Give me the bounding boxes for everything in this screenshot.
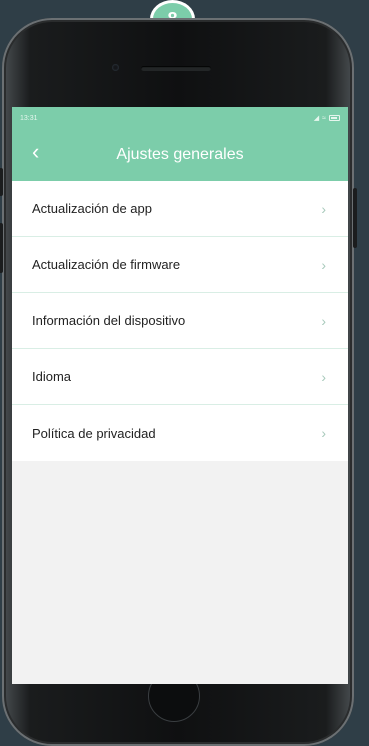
mute-switch: [0, 168, 3, 196]
page-title: Ajustes generales: [116, 146, 244, 163]
chevron-right-icon: ›: [321, 425, 326, 441]
volume-button: [0, 223, 3, 273]
status-time: 13:31: [20, 114, 38, 122]
settings-item-language[interactable]: Idioma ›: [12, 349, 348, 405]
status-bar: 13:31 ◢ ≈: [12, 107, 348, 129]
wifi-icon: ≈: [322, 114, 326, 122]
header-bar: ‹ Ajustes generales: [12, 129, 348, 181]
battery-icon: [329, 115, 340, 121]
chevron-right-icon: ›: [321, 200, 326, 217]
power-button: [353, 188, 357, 248]
settings-item-label: Idioma: [32, 369, 72, 384]
settings-item-privacy-policy[interactable]: Política de privacidad ›: [12, 405, 348, 461]
settings-item-device-info[interactable]: Información del dispositivo ›: [12, 293, 348, 349]
front-camera: [112, 64, 119, 71]
signal-icon: ◢: [313, 115, 320, 122]
settings-item-label: Política de privacidad: [32, 425, 156, 441]
chevron-right-icon: ›: [321, 312, 326, 329]
chevron-right-icon: ›: [321, 368, 326, 385]
settings-item-firmware-update[interactable]: Actualización de firmware ›: [12, 237, 348, 293]
status-icons: ◢ ≈: [314, 114, 340, 122]
settings-item-label: Actualización de app: [32, 201, 152, 216]
settings-item-label: Actualización de firmware: [32, 257, 181, 272]
settings-list: Actualización de app › Actualización de …: [12, 181, 348, 461]
speaker-grille: [141, 66, 211, 71]
settings-item-app-update[interactable]: Actualización de app ›: [12, 181, 348, 237]
phone-screen: 13:31 ◢ ≈ ‹ Ajustes generales Actualizac…: [12, 107, 348, 684]
chevron-right-icon: ›: [321, 256, 326, 273]
settings-item-label: Información del dispositivo: [32, 313, 186, 328]
